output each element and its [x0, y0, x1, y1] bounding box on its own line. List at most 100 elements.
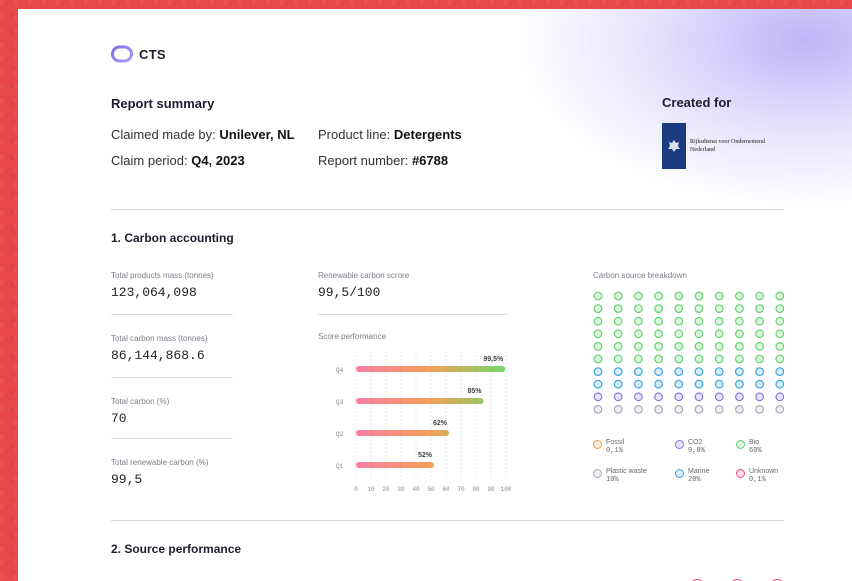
bar — [356, 430, 449, 436]
source-dot — [613, 404, 623, 414]
source-dot — [714, 392, 724, 402]
source-dot — [593, 329, 603, 339]
source-dot — [775, 291, 785, 301]
rvo-emblem — [662, 123, 686, 169]
source-dot — [593, 316, 603, 326]
legend-text: Marine 20% — [688, 468, 709, 484]
x-tick-label: 60 — [442, 486, 450, 493]
source-dot — [654, 304, 663, 314]
report-number-label: Report number: — [318, 153, 412, 168]
source-dot — [654, 392, 663, 402]
source-dot — [654, 329, 663, 339]
source-dot — [593, 404, 603, 414]
legend-name: Marine — [688, 468, 710, 475]
legend-text: CO2 9,8% — [688, 439, 705, 455]
legend-text: Plastic waste 10% — [606, 468, 647, 484]
legend-name: Unknown — [749, 468, 779, 475]
x-tick-label: 100 — [501, 486, 512, 493]
legend-item: Bio 60% — [736, 439, 762, 455]
source-dot — [734, 291, 744, 301]
source-dot — [613, 342, 623, 351]
bar — [356, 398, 484, 404]
source-dot — [714, 404, 724, 414]
source-dot — [775, 379, 785, 389]
brand-logo[interactable]: CTS — [111, 45, 166, 63]
source-dot — [674, 367, 684, 376]
source-dot — [734, 342, 744, 351]
source-dot — [634, 304, 643, 314]
legend-swatch-icon — [736, 469, 745, 478]
x-tick-label: 40 — [412, 486, 420, 493]
legend-name: Fossil — [606, 439, 625, 446]
source-dot — [674, 392, 684, 402]
source-dot — [654, 367, 663, 376]
source-dot — [593, 392, 603, 402]
source-dot — [634, 291, 643, 301]
source-dot — [593, 354, 603, 364]
stat-divider — [111, 438, 233, 439]
source-dot — [714, 304, 724, 314]
renewable-score-value: 99,5/100 — [318, 285, 381, 300]
source-dot — [654, 379, 663, 389]
legend-name: CO2 — [688, 439, 703, 446]
source-dot — [775, 342, 785, 351]
data-label: 99,5% — [483, 356, 504, 363]
source-dot — [694, 291, 704, 301]
score-performance-title: Score performance — [318, 332, 387, 341]
source-dot — [694, 304, 704, 314]
x-tick-label: 0 — [354, 486, 358, 493]
data-label: 52% — [418, 452, 433, 459]
source-dot — [755, 367, 765, 376]
carbon-source-dot-grid — [593, 291, 785, 414]
source-dot — [694, 316, 704, 326]
source-dot — [674, 379, 684, 389]
report-number: Report number: #6788 — [318, 153, 448, 168]
section-source-performance-title: 2. Source performance — [111, 542, 242, 556]
source-dot — [714, 291, 724, 301]
legend-value: 9,8% — [688, 447, 705, 455]
stat-divider — [111, 377, 233, 378]
source-dot — [634, 367, 643, 376]
legend-item: CO2 9,8% — [675, 439, 705, 455]
source-dot — [714, 342, 724, 351]
stat-value: 86,144,868.6 — [111, 348, 205, 363]
source-dot — [775, 354, 785, 364]
report-summary-title: Report summary — [111, 96, 215, 111]
source-dot — [694, 379, 704, 389]
source-dot — [674, 342, 684, 351]
source-dot — [593, 379, 603, 389]
legend-value: 0,1% — [606, 447, 623, 455]
source-dot — [775, 367, 785, 376]
legend-name: Plastic waste — [606, 468, 647, 475]
rvo-logo: Rijksdienst voor Ondernemend Nederland — [662, 123, 765, 169]
source-dot — [755, 342, 765, 351]
legend-text: Unknown 0,1% — [749, 468, 778, 484]
product-line-label: Product line: — [318, 127, 394, 142]
source-dot — [634, 329, 643, 339]
bar — [356, 462, 434, 468]
score-performance-chart: 0 10 20 30 40 50 60 70 80 90 100 Q4 99,5% Q3 85% Q2 62% Q… — [336, 351, 512, 493]
source-dot — [613, 316, 623, 326]
source-dot — [694, 367, 704, 376]
created-for-title: Created for — [662, 95, 732, 110]
source-dot — [734, 392, 744, 402]
source-dot — [593, 342, 603, 351]
source-dot — [593, 367, 603, 376]
source-dot — [613, 367, 623, 376]
legend-value: 0,1% — [749, 476, 766, 484]
source-dot — [694, 354, 704, 364]
source-dot — [775, 316, 785, 326]
source-dot — [613, 379, 623, 389]
coat-of-arms-icon — [668, 140, 680, 152]
claimed-by-value: Unilever, NL — [219, 127, 295, 142]
source-dot — [654, 354, 663, 364]
rvo-name: Rijksdienst voor Ondernemend Nederland — [690, 138, 765, 154]
stat-label: Total carbon (%) — [111, 397, 170, 406]
legend-swatch-icon — [593, 469, 602, 478]
source-dot — [755, 404, 765, 414]
stat-label: Total products mass (tonnes) — [111, 271, 214, 280]
carbon-breakdown-label: Carbon source breakdown — [593, 271, 687, 280]
source-dot — [755, 392, 765, 402]
source-dot — [775, 404, 785, 414]
source-dot — [593, 304, 603, 314]
